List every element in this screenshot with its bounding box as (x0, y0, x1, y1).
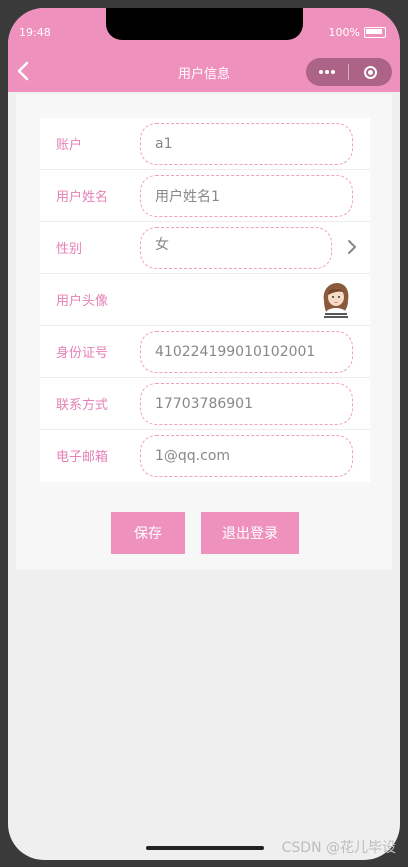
email-label: 电子邮箱 (56, 450, 109, 465)
more-button[interactable] (306, 58, 348, 86)
gender-picker[interactable]: 女 (140, 227, 332, 269)
gender-label: 性别 (56, 242, 83, 257)
email-value: 1@qq.com (155, 448, 231, 464)
action-buttons: 保存 退出登录 (16, 504, 392, 554)
phone-value: 17703786901 (155, 396, 253, 412)
close-mini-program-button[interactable] (349, 58, 391, 86)
phone-label: 联系方式 (56, 398, 109, 413)
form-row-account: 账户 a1 (40, 118, 370, 170)
form-row-gender: 性别 女 (40, 222, 370, 274)
idcard-label: 身份证号 (56, 346, 109, 361)
username-value: 用户姓名1 (155, 189, 220, 205)
username-label: 用户姓名 (56, 190, 109, 205)
form-row-email: 电子邮箱 1@qq.com (40, 430, 370, 482)
idcard-value: 410224199010102001 (155, 344, 316, 360)
account-label: 账户 (56, 138, 83, 153)
gender-value: 女 (155, 237, 169, 253)
battery-status: 100% (329, 26, 386, 39)
battery-icon (364, 27, 386, 38)
logout-button[interactable]: 退出登录 (201, 512, 299, 554)
avatar-label: 用户头像 (56, 294, 109, 309)
chevron-right-icon[interactable] (346, 239, 358, 255)
form-row-avatar: 用户头像 (40, 274, 370, 326)
form-row-idcard: 身份证号 410224199010102001 (40, 326, 370, 378)
navigation-bar: 用户信息 (8, 52, 400, 92)
profile-panel: 账户 a1 用户姓名 用户姓名1 性别 女 用户头像 身份证号 41022419… (16, 94, 392, 570)
save-button[interactable]: 保存 (111, 512, 185, 554)
idcard-input[interactable]: 410224199010102001 (140, 331, 353, 373)
target-circle-icon (363, 65, 377, 79)
status-time: 19:48 (19, 26, 51, 39)
more-dots-icon (319, 70, 335, 74)
avatar-image[interactable] (318, 281, 352, 319)
account-input[interactable]: a1 (140, 123, 353, 165)
watermark: CSDN @花儿毕设 (281, 840, 396, 856)
username-input[interactable]: 用户姓名1 (140, 175, 353, 217)
camera-notch (106, 8, 303, 40)
form-row-username: 用户姓名 用户姓名1 (40, 170, 370, 222)
phone-input[interactable]: 17703786901 (140, 383, 353, 425)
mini-program-capsule (306, 58, 392, 86)
form-row-phone: 联系方式 17703786901 (40, 378, 370, 430)
profile-form: 账户 a1 用户姓名 用户姓名1 性别 女 用户头像 身份证号 41022419… (40, 118, 370, 482)
home-indicator[interactable] (146, 846, 264, 850)
account-value: a1 (155, 136, 173, 152)
battery-percent: 100% (328, 26, 360, 39)
phone-screen: 19:48 100% 用户信息 账户 a1 用户姓名 用户姓名1 性别 女 用户… (8, 8, 400, 860)
email-input[interactable]: 1@qq.com (140, 435, 353, 477)
